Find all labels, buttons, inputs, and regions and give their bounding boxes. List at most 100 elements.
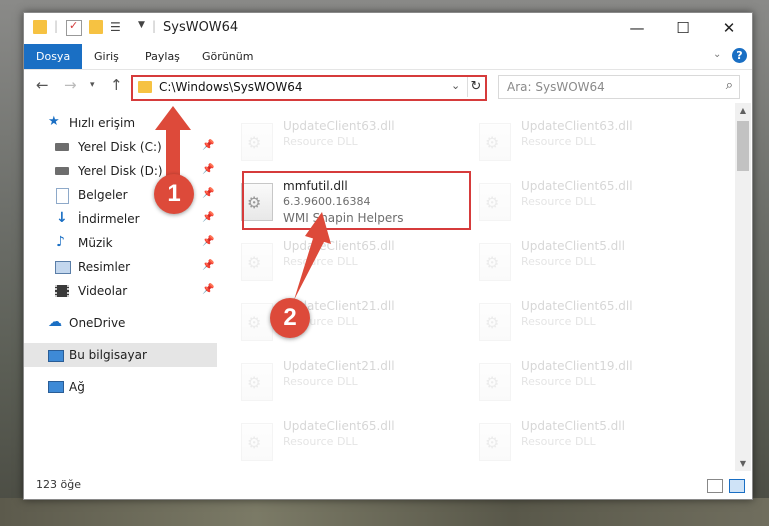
new-folder-icon[interactable] xyxy=(89,20,103,34)
window-title: SysWOW64 xyxy=(163,20,239,35)
file-description: Resource DLL xyxy=(521,255,596,268)
file-name: UpdateClient65.dll xyxy=(283,239,395,253)
file-description: Resource DLL xyxy=(283,435,358,448)
list-item[interactable]: UpdateClient63.dll Resource DLL xyxy=(471,115,691,165)
address-path[interactable]: C:\Windows\SysWOW64 xyxy=(159,80,303,94)
network-icon xyxy=(48,381,64,393)
file-name: UpdateClient5.dll xyxy=(521,419,625,433)
nav-item-music[interactable]: ♪ Müzik 📌 xyxy=(24,231,217,255)
callout-badge-one: 1 xyxy=(154,174,194,214)
list-item[interactable]: UpdateClient65.dll Resource DLL xyxy=(233,415,453,465)
drive-icon xyxy=(55,143,69,151)
list-item[interactable]: UpdateClient19.dll Resource DLL xyxy=(471,355,691,405)
pin-icon[interactable]: 📌 xyxy=(202,260,214,271)
downloads-icon: ↓ xyxy=(56,210,68,226)
callout-badge-two: 2 xyxy=(270,298,310,338)
search-input[interactable]: Ara: SysWOW64 ⌕ xyxy=(498,75,740,99)
tab-view[interactable]: Görünüm xyxy=(202,44,253,69)
list-item[interactable]: UpdateClient21.dll Resource DLL xyxy=(233,295,453,345)
file-description: Resource DLL xyxy=(521,135,596,148)
file-list: UpdateClient63.dll Resource DLL UpdateCl… xyxy=(233,103,733,471)
file-name: UpdateClient65.dll xyxy=(521,179,633,193)
vertical-scrollbar[interactable]: ▲ ▼ xyxy=(735,103,751,471)
scroll-up-icon[interactable]: ▲ xyxy=(735,106,751,115)
nav-item-onedrive[interactable]: ☁ OneDrive xyxy=(24,311,217,335)
dll-file-icon xyxy=(479,243,511,281)
nav-label: İndirmeler xyxy=(78,212,140,226)
dll-file-icon xyxy=(241,243,273,281)
list-item[interactable]: UpdateClient65.dll Resource DLL xyxy=(233,235,453,285)
list-item[interactable]: UpdateClient65.dll Resource DLL xyxy=(471,175,691,225)
folder-icon xyxy=(138,81,152,93)
tab-home[interactable]: Giriş xyxy=(94,44,119,69)
chevron-down-icon[interactable]: ⌄ xyxy=(713,49,721,60)
back-arrow-icon[interactable]: ← xyxy=(36,76,49,94)
up-arrow-icon[interactable]: ↑ xyxy=(110,76,123,94)
tab-file[interactable]: Dosya xyxy=(24,44,83,69)
chevron-down-icon[interactable]: ▼ xyxy=(138,20,145,30)
nav-quick-access[interactable]: ★ Hızlı erişim xyxy=(24,111,217,135)
documents-icon xyxy=(56,188,69,204)
list-item[interactable]: UpdateClient65.dll Resource DLL xyxy=(471,295,691,345)
details-view-icon[interactable] xyxy=(707,479,723,493)
nav-item-pictures[interactable]: Resimler 📌 xyxy=(24,255,217,279)
nav-item-local-disk-c[interactable]: Yerel Disk (C:) 📌 xyxy=(24,135,217,159)
pin-icon[interactable]: 📌 xyxy=(202,212,214,223)
minimize-button[interactable]: — xyxy=(614,13,660,43)
list-item[interactable]: UpdateClient63.dll Resource DLL xyxy=(233,115,453,165)
status-bar: 123 öğe xyxy=(24,472,752,499)
pin-icon[interactable]: 📌 xyxy=(202,236,214,247)
dll-file-icon xyxy=(479,423,511,461)
nav-label: Hızlı erişim xyxy=(69,116,136,130)
nav-label: Videolar xyxy=(78,284,128,298)
file-name: UpdateClient63.dll xyxy=(521,119,633,133)
nav-label: Yerel Disk (D:) xyxy=(78,164,163,178)
file-description: Resource DLL xyxy=(283,375,358,388)
folder-icon xyxy=(33,20,47,34)
pin-icon[interactable]: 📌 xyxy=(202,140,214,151)
search-icon[interactable]: ⌕ xyxy=(726,78,733,93)
file-highlight-box xyxy=(242,171,471,230)
scrollbar-thumb[interactable] xyxy=(737,121,749,171)
dll-file-icon xyxy=(479,303,511,341)
music-icon: ♪ xyxy=(56,234,65,250)
search-placeholder: Ara: SysWOW64 xyxy=(507,80,605,94)
file-explorer-window: | ✓ ☰ ▼ | SysWOW64 — ☐ ✕ Dosya Giriş Pay… xyxy=(23,12,753,500)
file-description: Resource DLL xyxy=(521,435,596,448)
pictures-icon xyxy=(55,261,71,274)
forward-arrow-icon[interactable]: → xyxy=(64,76,77,94)
file-name: UpdateClient5.dll xyxy=(521,239,625,253)
large-icons-view-icon[interactable] xyxy=(729,479,745,493)
nav-item-downloads[interactable]: ↓ İndirmeler 📌 xyxy=(24,207,217,231)
navigation-pane: ★ Hızlı erişim Yerel Disk (C:) 📌 Yerel D… xyxy=(24,103,219,471)
nav-item-network[interactable]: Ağ xyxy=(24,375,217,399)
nav-label: Bu bilgisayar xyxy=(69,348,147,362)
address-bar[interactable]: C:\Windows\SysWOW64 ⌄ ↻ xyxy=(131,75,487,101)
refresh-icon[interactable]: ↻ xyxy=(467,77,484,97)
dll-file-icon xyxy=(241,123,273,161)
file-description: Resource DLL xyxy=(283,255,358,268)
customize-toolbar-icon[interactable]: ☰ xyxy=(110,20,124,34)
nav-item-this-pc[interactable]: Bu bilgisayar xyxy=(24,343,217,367)
pin-icon[interactable]: 📌 xyxy=(202,284,214,295)
file-name: UpdateClient63.dll xyxy=(283,119,395,133)
list-item[interactable]: UpdateClient5.dll Resource DLL xyxy=(471,235,691,285)
file-description: Resource DLL xyxy=(521,195,596,208)
item-count: 123 öğe xyxy=(36,478,81,491)
file-description: Resource DLL xyxy=(283,135,358,148)
maximize-button[interactable]: ☐ xyxy=(660,13,706,43)
properties-icon[interactable]: ✓ xyxy=(66,19,82,36)
nav-label: Belgeler xyxy=(78,188,128,202)
drive-icon xyxy=(55,167,69,175)
pin-icon[interactable]: 📌 xyxy=(202,164,214,175)
list-item[interactable]: UpdateClient5.dll Resource DLL xyxy=(471,415,691,465)
help-icon[interactable]: ? xyxy=(732,48,747,63)
close-button[interactable]: ✕ xyxy=(706,13,752,43)
scroll-down-icon[interactable]: ▼ xyxy=(735,459,751,468)
nav-item-videos[interactable]: Videolar 📌 xyxy=(24,279,217,303)
chevron-down-icon[interactable]: ⌄ xyxy=(451,79,460,92)
pin-icon[interactable]: 📌 xyxy=(202,188,214,199)
list-item[interactable]: UpdateClient21.dll Resource DLL xyxy=(233,355,453,405)
tab-share[interactable]: Paylaş xyxy=(145,44,180,69)
recent-locations-chevron-icon[interactable]: ▾ xyxy=(90,80,95,90)
